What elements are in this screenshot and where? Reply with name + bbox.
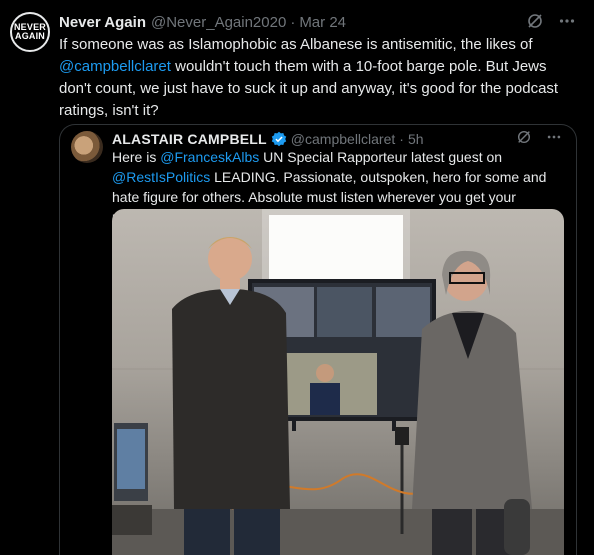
avatar-text-line2: AGAIN (15, 31, 45, 41)
quoted-text-part1: Here is (112, 149, 161, 165)
more-icon[interactable] (558, 12, 576, 30)
tweet-actions-top (526, 12, 576, 30)
quoted-author-avatar[interactable] (71, 131, 103, 163)
separator-dot: · (290, 13, 296, 31)
tweet-date[interactable]: Mar 24 (299, 14, 346, 31)
quoted-author-name[interactable]: ALASTAIR CAMPBELL (112, 131, 267, 147)
separator-dot: · (399, 131, 404, 147)
grok-icon[interactable] (526, 12, 544, 30)
tweet[interactable]: NEVER AGAIN Never Again @Never_Again2020… (0, 0, 594, 555)
quoted-tweet-time[interactable]: 5h (408, 131, 424, 147)
tweet-text-part1: If someone was as Islamophobic as Albane… (59, 36, 533, 53)
podcast-studio-photo[interactable] (112, 209, 564, 555)
grok-icon[interactable] (516, 129, 532, 145)
man-head (208, 237, 252, 281)
verified-badge-icon (271, 131, 286, 147)
author-name[interactable]: Never Again (59, 14, 146, 31)
quoted-text-part2: UN Special Rapporteur latest guest on (259, 149, 503, 165)
mention-link[interactable]: @FranceskAlbs (160, 149, 259, 165)
quoted-tweet-header: ALASTAIR CAMPBELL @campbellclaret · 5h (112, 129, 424, 149)
quoted-tweet[interactable]: ALASTAIR CAMPBELL @campbellclaret · 5h H… (59, 124, 577, 555)
quoted-author-handle[interactable]: @campbellclaret (291, 131, 395, 147)
quoted-tweet-actions (516, 129, 562, 145)
tweet-text: If someone was as Islamophobic as Albane… (59, 34, 579, 122)
man-sweater (172, 289, 290, 509)
tweet-header: Never Again @Never_Again2020 · Mar 24 (59, 12, 346, 32)
mention-link[interactable]: @RestIsPolitics (112, 169, 210, 185)
author-handle[interactable]: @Never_Again2020 (151, 14, 286, 31)
more-icon[interactable] (546, 129, 562, 145)
photo-illustration (112, 209, 564, 555)
mention-link[interactable]: @campbellclaret (59, 58, 171, 75)
author-avatar[interactable]: NEVER AGAIN (10, 12, 50, 52)
